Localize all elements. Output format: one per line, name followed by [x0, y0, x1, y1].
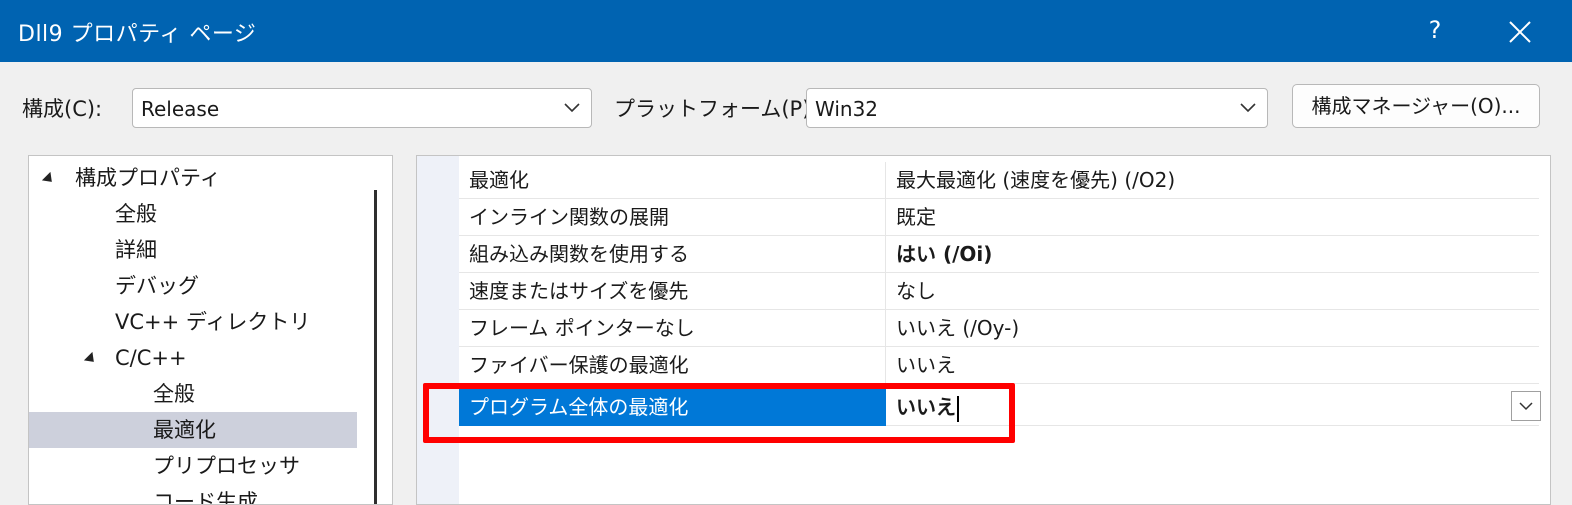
property-grid: 最適化 最大最適化 (速度を優先) (/O2) インライン関数の展開 既定 組み… [416, 155, 1551, 505]
tree-item-label: C/C++ [115, 346, 187, 370]
property-value: はい (/Oi) [896, 242, 993, 266]
tree-item-debugging[interactable]: デバッグ [29, 268, 357, 304]
property-tree: 構成プロパティ 全般 詳細 デバッグ VC++ ディレクトリ C/C++ 全般 … [28, 155, 393, 505]
tree-item-cpp-general[interactable]: 全般 [29, 376, 357, 412]
tree-item-label: プリプロセッサ [153, 454, 300, 478]
tree-item-label: 全般 [153, 382, 195, 406]
tree-item-label: コード生成 [153, 490, 258, 505]
text-cursor [957, 395, 959, 422]
property-row-omit-frame-pointers[interactable]: フレーム ポインターなし いいえ (/Oy-) [459, 310, 1539, 347]
property-value: いいえ (/Oy-) [896, 316, 1020, 340]
config-combo[interactable]: Release [132, 88, 592, 128]
tree-item-optimization[interactable]: 最適化 [29, 412, 357, 448]
expand-triangle-icon[interactable] [41, 171, 57, 187]
tree-item-general[interactable]: 全般 [29, 196, 357, 232]
tree-item-label: 全般 [115, 202, 157, 226]
property-value: 既定 [896, 205, 936, 229]
chevron-down-icon [1240, 103, 1256, 113]
property-row-fiber-safe[interactable]: ファイバー保護の最適化 いいえ [459, 347, 1539, 384]
property-row-optimization[interactable]: 最適化 最大最適化 (速度を優先) (/O2) [459, 162, 1539, 199]
property-value: なし [896, 279, 936, 303]
property-value: いいえ [896, 353, 956, 377]
property-name: 組み込み関数を使用する [459, 236, 886, 273]
config-value: Release [141, 97, 220, 121]
property-name: 速度またはサイズを優先 [459, 273, 886, 310]
tree-item-label: VC++ ディレクトリ [115, 310, 311, 334]
platform-combo[interactable]: Win32 [806, 88, 1268, 128]
tree-item-label: 構成プロパティ [75, 166, 221, 190]
config-label: 構成(C): [22, 97, 103, 121]
property-value: 最大最適化 (速度を優先) (/O2) [896, 168, 1176, 192]
tree-item-advanced[interactable]: 詳細 [29, 232, 357, 268]
tree-item-label: デバッグ [115, 274, 199, 298]
tree-item-c-cpp[interactable]: C/C++ [29, 340, 357, 376]
property-name: フレーム ポインターなし [459, 310, 886, 347]
property-row-whole-program-optimization[interactable]: プログラム全体の最適化 いいえ [459, 389, 1541, 426]
property-row-inline-expansion[interactable]: インライン関数の展開 既定 [459, 199, 1539, 236]
property-row-favor-size-speed[interactable]: 速度またはサイズを優先 なし [459, 273, 1539, 310]
property-value: いいえ [896, 395, 956, 419]
tree-item-code-generation[interactable]: コード生成 [29, 484, 357, 505]
close-icon[interactable] [1500, 12, 1540, 52]
expand-triangle-icon[interactable] [83, 351, 99, 367]
title-bar: Dll9 プロパティ ページ ? [0, 0, 1572, 62]
tree-scrollbar[interactable] [374, 190, 377, 504]
chevron-down-icon [1519, 402, 1533, 411]
config-manager-button[interactable]: 構成マネージャー(O)... [1292, 84, 1540, 128]
property-name: ファイバー保護の最適化 [459, 347, 886, 384]
value-dropdown-button[interactable] [1511, 391, 1541, 421]
property-row-intrinsic-functions[interactable]: 組み込み関数を使用する はい (/Oi) [459, 236, 1539, 273]
tree-item-preprocessor[interactable]: プリプロセッサ [29, 448, 357, 484]
property-name: 最適化 [459, 162, 886, 199]
platform-label: プラットフォーム(P): [614, 97, 818, 121]
property-name: インライン関数の展開 [459, 199, 886, 236]
grid-gutter [417, 156, 459, 504]
property-name: プログラム全体の最適化 [459, 389, 886, 426]
chevron-down-icon [564, 103, 580, 113]
help-button[interactable]: ? [1420, 12, 1450, 48]
tree-item-vc-directories[interactable]: VC++ ディレクトリ [29, 304, 357, 340]
property-value-field[interactable]: いいえ [886, 389, 959, 426]
tree-item-label: 最適化 [153, 418, 216, 442]
window-title: Dll9 プロパティ ページ [18, 22, 257, 47]
tree-item-label: 詳細 [115, 238, 157, 262]
tree-item-config-properties[interactable]: 構成プロパティ [29, 160, 357, 196]
platform-value: Win32 [815, 97, 879, 121]
